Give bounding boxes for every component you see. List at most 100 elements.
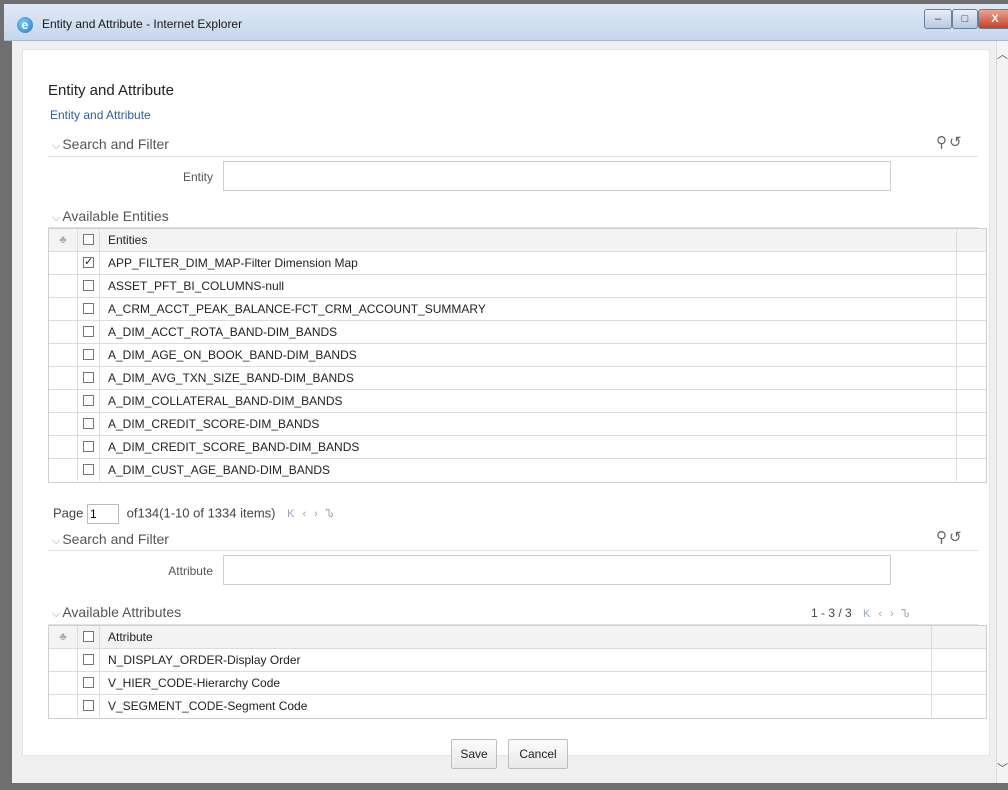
- scroll-up-icon[interactable]: ︿: [997, 47, 1008, 63]
- row-checkbox[interactable]: [83, 654, 94, 665]
- search-icon[interactable]: ⚲: [936, 529, 949, 546]
- blank-cell: [49, 649, 78, 671]
- last-page-icon[interactable]: Ꮦ: [326, 508, 342, 520]
- row-checkbox[interactable]: [83, 303, 94, 314]
- scroll-down-icon[interactable]: ﹀: [997, 761, 1008, 777]
- hierarchy-icon[interactable]: ♣: [49, 229, 78, 251]
- grid-end-cell: [956, 298, 986, 320]
- attribute-search-input[interactable]: [223, 555, 891, 585]
- page-title: Entity and Attribute: [48, 82, 174, 99]
- entity-name: A_DIM_COLLATERAL_BAND-DIM_BANDS: [108, 394, 343, 408]
- entity-search-input[interactable]: [223, 161, 891, 191]
- grid-end-cell: [956, 229, 986, 251]
- table-row[interactable]: A_DIM_CREDIT_SCORE_BAND-DIM_BANDS: [49, 436, 986, 459]
- check-cell: [78, 649, 100, 671]
- blank-cell: [49, 252, 78, 274]
- select-all-checkbox[interactable]: [83, 631, 94, 642]
- row-checkbox[interactable]: [83, 395, 94, 406]
- table-row[interactable]: A_CRM_ACCT_PEAK_BALANCE-FCT_CRM_ACCOUNT_…: [49, 298, 986, 321]
- attributes-pager: 1 - 3 / 3 K‹›Ꮦ: [811, 606, 918, 621]
- grid-end-cell: [931, 626, 986, 648]
- row-checkbox[interactable]: [83, 349, 94, 360]
- grid-end-cell: [956, 436, 986, 458]
- chevron-down-icon: ⌵: [52, 535, 61, 547]
- entity-name: A_DIM_CREDIT_SCORE-DIM_BANDS: [108, 417, 320, 431]
- attributes-range: 1 - 3 / 3: [811, 606, 852, 620]
- blank-cell: [49, 367, 78, 389]
- check-cell: [78, 321, 100, 343]
- table-row[interactable]: A_DIM_CREDIT_SCORE-DIM_BANDS: [49, 413, 986, 436]
- row-checkbox[interactable]: [83, 464, 94, 475]
- row-checkbox[interactable]: [83, 326, 94, 337]
- table-row[interactable]: A_DIM_CUST_AGE_BAND-DIM_BANDS: [49, 459, 986, 482]
- next-page-icon[interactable]: ›: [314, 508, 326, 520]
- table-row[interactable]: A_DIM_AGE_ON_BOOK_BAND-DIM_BANDS: [49, 344, 986, 367]
- window-title: Entity and Attribute - Internet Explorer: [42, 17, 243, 31]
- entity-search-header[interactable]: ⌵ Search and Filter: [52, 136, 169, 153]
- reset-icon[interactable]: ↺: [949, 529, 964, 546]
- entity-name: A_DIM_ACCT_ROTA_BAND-DIM_BANDS: [108, 325, 338, 339]
- row-checkbox[interactable]: [83, 700, 94, 711]
- previous-page-icon[interactable]: ‹: [878, 608, 890, 620]
- maximize-button[interactable]: □: [952, 9, 978, 29]
- grid-end-cell: [956, 367, 986, 389]
- pager-summary: of134(1-10 of 1334 items): [126, 505, 276, 521]
- vertical-scrollbar[interactable]: ︿ ﹀: [996, 41, 1008, 783]
- breadcrumb[interactable]: Entity and Attribute: [50, 108, 151, 122]
- entity-name: ASSET_PFT_BI_COLUMNS-null: [108, 279, 285, 293]
- reset-icon[interactable]: ↺: [949, 134, 964, 151]
- first-page-icon[interactable]: K: [863, 608, 878, 620]
- search-icon[interactable]: ⚲: [936, 134, 949, 151]
- table-row[interactable]: A_DIM_ACCT_ROTA_BAND-DIM_BANDS: [49, 321, 986, 344]
- table-row[interactable]: ✓ APP_FILTER_DIM_MAP-Filter Dimension Ma…: [49, 252, 986, 275]
- select-all-cell: [78, 229, 100, 251]
- last-page-icon[interactable]: Ꮦ: [902, 608, 918, 620]
- select-all-checkbox[interactable]: [83, 234, 94, 245]
- hierarchy-icon[interactable]: ♣: [49, 626, 78, 648]
- row-checkbox[interactable]: [83, 677, 94, 688]
- row-checkbox[interactable]: [83, 280, 94, 291]
- page-number-input[interactable]: [87, 504, 119, 524]
- row-checkbox[interactable]: [83, 372, 94, 383]
- grid-end-cell: [956, 321, 986, 343]
- column-header-attribute[interactable]: Attribute: [108, 626, 153, 648]
- attributes-grid: ♣ Attribute N_DISPLAY_ORDER-Display Orde…: [48, 625, 987, 719]
- available-attributes-header[interactable]: ⌵ Available Attributes: [52, 604, 181, 621]
- first-page-icon[interactable]: K: [287, 508, 302, 520]
- pager-nav: K‹›Ꮦ: [863, 608, 918, 620]
- blank-cell: [49, 344, 78, 366]
- check-cell: [78, 672, 100, 694]
- entities-pager: Page of134(1-10 of 1334 items) K‹›Ꮦ: [53, 504, 342, 524]
- entity-field-label: Entity: [182, 170, 213, 184]
- previous-page-icon[interactable]: ‹: [302, 508, 314, 520]
- check-cell: [78, 275, 100, 297]
- table-row[interactable]: A_DIM_COLLATERAL_BAND-DIM_BANDS: [49, 390, 986, 413]
- divider: [48, 156, 978, 157]
- row-checkbox[interactable]: [83, 441, 94, 452]
- attribute-search-header[interactable]: ⌵ Search and Filter: [52, 531, 169, 548]
- next-page-icon[interactable]: ›: [890, 608, 902, 620]
- row-checkbox[interactable]: ✓: [83, 257, 94, 268]
- available-entities-header[interactable]: ⌵ Available Entities: [52, 208, 169, 225]
- table-row[interactable]: V_HIER_CODE-Hierarchy Code: [49, 672, 986, 695]
- row-checkbox[interactable]: [83, 418, 94, 429]
- table-row[interactable]: N_DISPLAY_ORDER-Display Order: [49, 649, 986, 672]
- column-header-entities[interactable]: Entities: [108, 229, 147, 251]
- minimize-button[interactable]: –: [924, 9, 952, 29]
- table-row[interactable]: V_SEGMENT_CODE-Segment Code: [49, 695, 986, 718]
- grid-end-cell: [956, 413, 986, 435]
- table-row[interactable]: ASSET_PFT_BI_COLUMNS-null: [49, 275, 986, 298]
- table-row[interactable]: A_DIM_AVG_TXN_SIZE_BAND-DIM_BANDS: [49, 367, 986, 390]
- blank-cell: [49, 321, 78, 343]
- browser-window: e Entity and Attribute - Internet Explor…: [0, 0, 1008, 790]
- check-cell: [78, 413, 100, 435]
- entity-name: APP_FILTER_DIM_MAP-Filter Dimension Map: [108, 256, 358, 270]
- save-button[interactable]: Save: [451, 739, 497, 769]
- attribute-field-label: Attribute: [168, 564, 213, 578]
- cancel-button[interactable]: Cancel: [508, 739, 568, 769]
- close-button[interactable]: X: [978, 9, 1008, 29]
- blank-cell: [49, 436, 78, 458]
- attribute-name: N_DISPLAY_ORDER-Display Order: [108, 653, 301, 667]
- check-cell: [78, 695, 100, 717]
- grid-end-cell: [931, 695, 986, 717]
